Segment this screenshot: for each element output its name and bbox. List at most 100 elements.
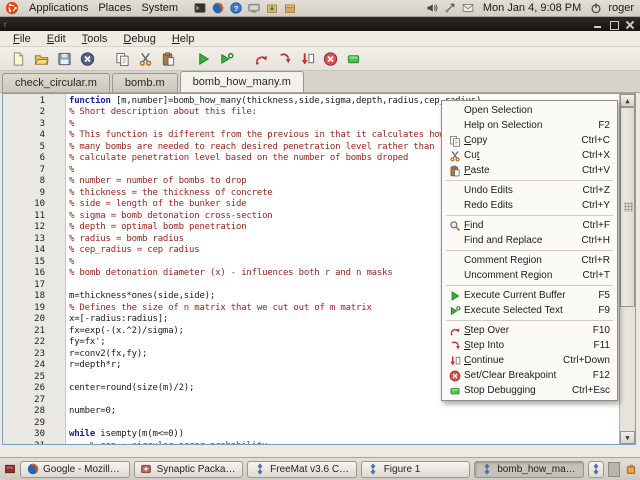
minimize-button[interactable] xyxy=(593,20,602,29)
volume-applet[interactable] xyxy=(426,2,439,15)
line-text: % cep_radius = cep radius xyxy=(49,245,199,255)
clock[interactable]: Mon Jan 4, 9:08 PM xyxy=(481,2,583,14)
line-text: while isempty(m(m<=0)) xyxy=(49,429,184,439)
breakpoint-button[interactable] xyxy=(320,49,340,69)
editor-vertical-scrollbar[interactable]: ▲ ▼ xyxy=(619,94,635,444)
launcher-firefox[interactable] xyxy=(210,1,225,16)
menu-item-find[interactable]: FindCtrl+F xyxy=(443,218,616,233)
line-text: % bomb detonation diameter (x) - influen… xyxy=(49,268,393,278)
new-file-button[interactable] xyxy=(8,49,28,69)
menu-icon-placeholder xyxy=(445,104,464,117)
menu-separator xyxy=(446,285,613,286)
close-file-button[interactable] xyxy=(77,49,97,69)
menu-item-shortcut: F9 xyxy=(588,305,610,316)
menu-item-label: Uncomment Region xyxy=(464,270,552,281)
menu-file[interactable]: File xyxy=(6,33,38,45)
menu-item-undo-edits[interactable]: Undo EditsCtrl+Z xyxy=(443,183,616,198)
line-number: 19 xyxy=(3,303,49,313)
save-file-button[interactable] xyxy=(54,49,74,69)
line-text: % Defines the size of n matrix that we c… xyxy=(49,303,372,313)
menu-item-shortcut: Ctrl+Z xyxy=(573,185,611,196)
window-titlebar[interactable]: r xyxy=(0,17,640,31)
copy-button[interactable] xyxy=(112,49,132,69)
continue-button[interactable] xyxy=(297,49,317,69)
line-text: % Short description about this file: xyxy=(49,107,257,117)
tab-bomb-m[interactable]: bomb.m xyxy=(112,73,178,92)
menu-item-find-and-replace[interactable]: Find and ReplaceCtrl+H xyxy=(443,233,616,248)
tab-check_circular-m[interactable]: check_circular.m xyxy=(2,73,110,92)
execute-buffer-button[interactable] xyxy=(193,49,213,69)
launcher-package[interactable] xyxy=(264,1,279,16)
user-menu[interactable]: roger xyxy=(608,2,636,14)
menu-item-help-on-selection[interactable]: Help on SelectionF2 xyxy=(443,118,616,133)
menu-debug[interactable]: Debug xyxy=(116,33,162,45)
step-over-button[interactable] xyxy=(251,49,271,69)
maximize-button[interactable] xyxy=(609,20,618,29)
step-into-button[interactable] xyxy=(274,49,294,69)
menu-item-stop-debugging[interactable]: Stop DebuggingCtrl+Esc xyxy=(443,383,616,398)
menu-item-paste[interactable]: PasteCtrl+V xyxy=(443,163,616,178)
menu-item-step-over[interactable]: Step OverF10 xyxy=(443,323,616,338)
menu-tools[interactable]: Tools xyxy=(75,33,115,45)
line-number: 8 xyxy=(3,176,49,186)
paste-button[interactable] xyxy=(158,49,178,69)
panel-menu-places[interactable]: Places xyxy=(94,2,135,14)
taskbar-button-google-mozilla-fir[interactable]: Google - Mozilla Fir... xyxy=(20,461,130,478)
execute-selection-icon xyxy=(219,51,234,66)
line-text: % xyxy=(49,165,74,175)
menu-item-shortcut: Ctrl+R xyxy=(571,255,610,266)
menu-item-continue[interactable]: ContinueCtrl+Down xyxy=(443,353,616,368)
breakpoint-icon xyxy=(323,51,338,66)
freemat-tray-button[interactable] xyxy=(588,461,604,478)
line-number: 17 xyxy=(3,280,49,290)
menu-item-set-clear-breakpoint[interactable]: Set/Clear BreakpointF12 xyxy=(443,368,616,383)
taskbar-button-label: Google - Mozilla Fir... xyxy=(43,464,124,475)
menu-item-execute-current-buffer[interactable]: Execute Current BufferF5 xyxy=(443,288,616,303)
menu-item-copy[interactable]: CopyCtrl+C xyxy=(443,133,616,148)
trash-applet[interactable] xyxy=(624,461,637,477)
stop-debug-button[interactable] xyxy=(343,49,363,69)
ubuntu-logo-icon[interactable] xyxy=(4,1,19,16)
menu-item-shortcut: F10 xyxy=(583,325,610,336)
menu-help[interactable]: Help xyxy=(165,33,202,45)
menu-item-open-selection[interactable]: Open Selection xyxy=(443,103,616,118)
cut-button[interactable] xyxy=(135,49,155,69)
menu-item-label: Cut xyxy=(464,150,480,161)
taskbar-button-label: Synaptic Package ... xyxy=(157,464,238,475)
show-desktop-button[interactable] xyxy=(3,461,16,477)
menu-item-redo-edits[interactable]: Redo EditsCtrl+Y xyxy=(443,198,616,213)
menu-item-comment-region[interactable]: Comment RegionCtrl+R xyxy=(443,253,616,268)
open-file-button[interactable] xyxy=(31,49,51,69)
network-applet[interactable] xyxy=(444,2,457,15)
menu-item-uncomment-region[interactable]: Uncomment RegionCtrl+T xyxy=(443,268,616,283)
scrollbar-thumb[interactable] xyxy=(620,107,635,307)
line-number: 16 xyxy=(3,268,49,278)
menu-item-cut[interactable]: CutCtrl+X xyxy=(443,148,616,163)
menu-item-execute-selected-text[interactable]: Execute Selected TextF9 xyxy=(443,303,616,318)
line-number: 24 xyxy=(3,360,49,370)
line-text: number=0; xyxy=(49,406,116,416)
menu-item-shortcut: Ctrl+F xyxy=(573,220,611,231)
line-number: 25 xyxy=(3,372,49,382)
launcher-display[interactable] xyxy=(246,1,261,16)
launcher-help[interactable]: ? xyxy=(228,1,243,16)
continue-icon xyxy=(445,354,464,367)
taskbar-button-synaptic-package[interactable]: Synaptic Package ... xyxy=(134,461,244,478)
taskbar-button-bomb_how_many[interactable]: bomb_how_many.... xyxy=(474,461,584,478)
close-button[interactable] xyxy=(625,20,634,29)
launcher-terminal[interactable] xyxy=(192,1,207,16)
scroll-down-button[interactable]: ▼ xyxy=(620,431,635,444)
tab-bomb_how_many-m[interactable]: bomb_how_many.m xyxy=(180,71,304,92)
execute-selection-button[interactable] xyxy=(216,49,236,69)
panel-menu-applications[interactable]: Applications xyxy=(25,2,92,14)
panel-menu-system[interactable]: System xyxy=(137,2,182,14)
taskbar-button-figure-1[interactable]: Figure 1 xyxy=(361,461,471,478)
menu-edit[interactable]: Edit xyxy=(40,33,73,45)
menu-item-step-into[interactable]: Step IntoF11 xyxy=(443,338,616,353)
taskbar-button-freemat-v3-6-com[interactable]: FreeMat v3.6 Com... xyxy=(247,461,357,478)
scroll-up-button[interactable]: ▲ xyxy=(620,94,635,107)
mail-applet[interactable] xyxy=(462,2,475,15)
power-icon[interactable] xyxy=(589,2,602,15)
workspace-switcher[interactable] xyxy=(608,462,620,477)
launcher-archive[interactable] xyxy=(282,1,297,16)
